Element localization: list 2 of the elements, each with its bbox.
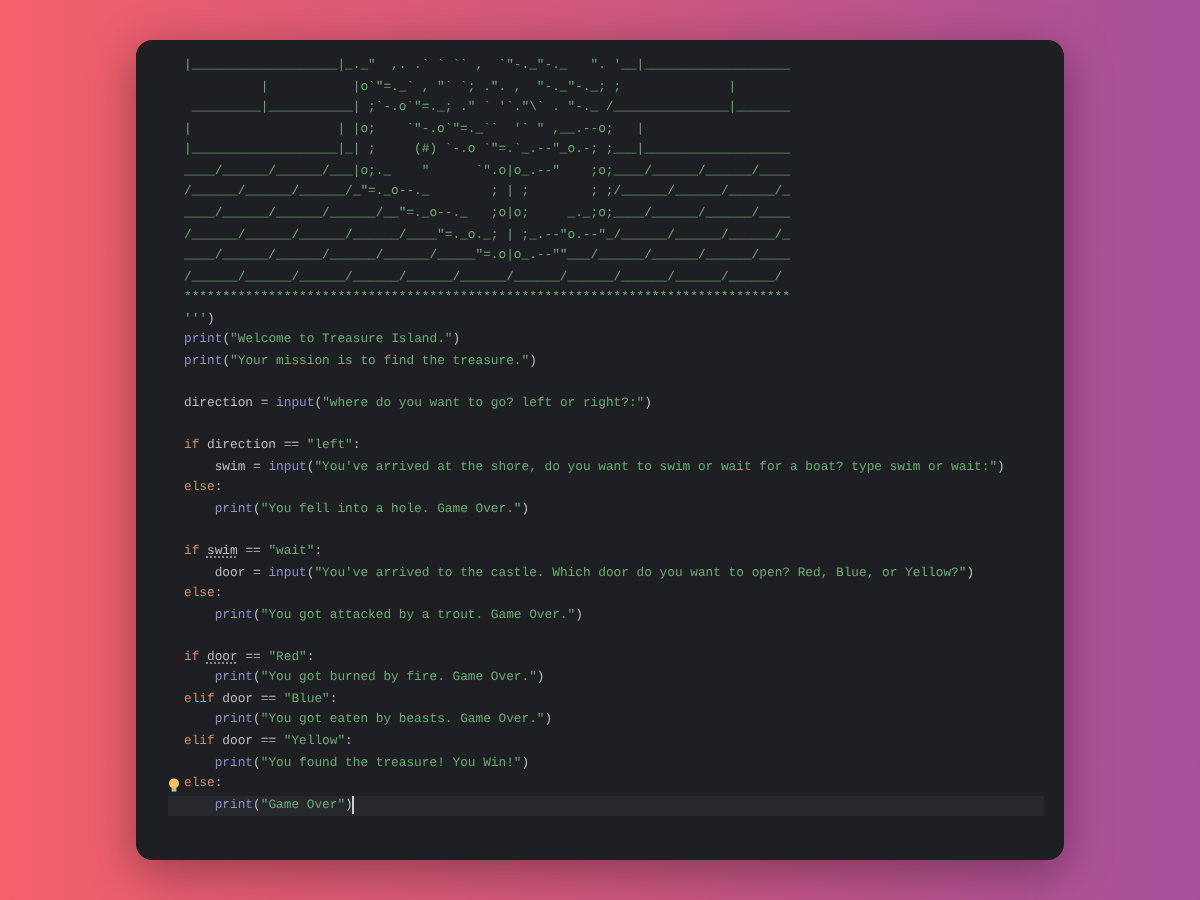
lightbulb-icon[interactable] — [168, 778, 180, 793]
text-cursor — [352, 795, 355, 814]
